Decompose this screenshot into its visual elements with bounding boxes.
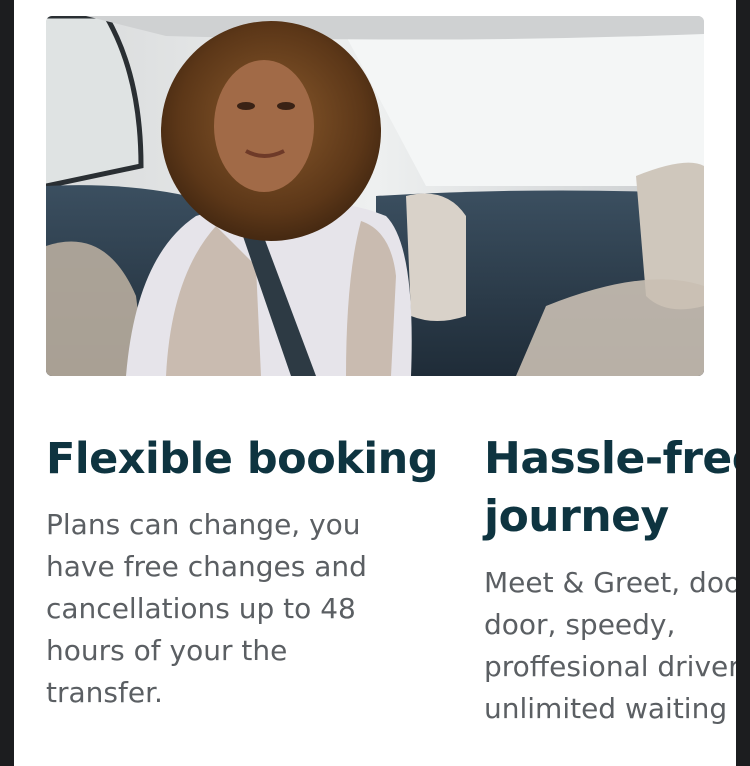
feature-description: Meet & Greet, door to door, speedy, proffe… bbox=[484, 562, 736, 730]
feature-description: Plans can change, you have free changes … bbox=[46, 508, 367, 709]
feature-description-line-2: door, speedy, bbox=[484, 608, 676, 641]
feature-title: Hassle-free journey bbox=[484, 430, 736, 546]
hero-photo bbox=[46, 16, 704, 376]
feature-card-hassle-free-journey: Hassle-free journey Meet & Greet, door to… bbox=[484, 430, 736, 730]
feature-description-line-3: proffesional driver, bbox=[484, 650, 736, 683]
feature-description-line-1: Meet & Greet, door to bbox=[484, 566, 736, 599]
feature-title-line-2: journey bbox=[484, 491, 669, 542]
hero-image bbox=[46, 16, 704, 376]
feature-title-line-1: Hassle-free bbox=[484, 433, 736, 484]
feature-title: Flexible booking bbox=[46, 434, 439, 484]
feature-description-line-4: unlimited waiting time bbox=[484, 692, 736, 725]
page-viewport: Flexible booking Plans can change, you h… bbox=[14, 0, 736, 766]
feature-card-flexible-booking: Flexible booking Plans can change, you h… bbox=[46, 430, 439, 714]
frame-edge bbox=[736, 0, 750, 766]
